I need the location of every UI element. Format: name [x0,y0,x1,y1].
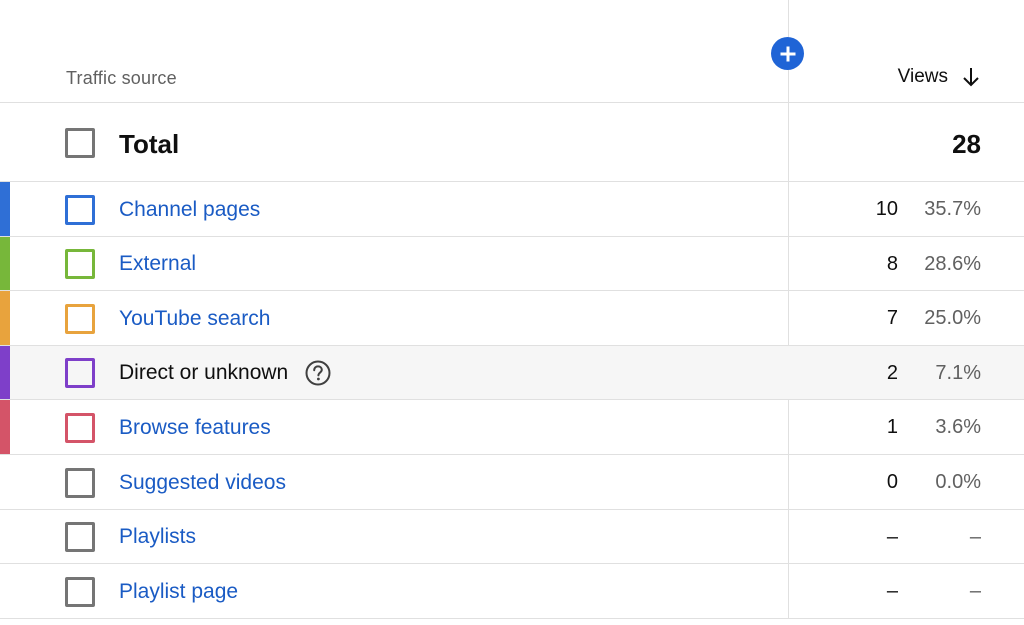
column-header-traffic-source: Traffic source [66,68,177,88]
row-label[interactable]: External [119,252,196,276]
table-row: Playlists – – [0,510,1024,564]
row-views-percent: – [969,526,981,548]
row-label[interactable]: Playlist page [119,580,238,604]
traffic-source-table: Traffic source Views Total 28 Channel pa… [0,0,1024,625]
series-color-stripe [0,346,10,399]
row-views-value: 2 [886,362,898,384]
row-label[interactable]: YouTube search [119,307,270,331]
table-row: Direct or unknown 2 7.1% [0,346,1024,400]
table-row: Playlist page – – [0,564,1024,619]
row-label[interactable]: Suggested videos [119,471,286,495]
total-value: 28 [952,129,981,159]
row-views-percent: 7.1% [935,362,981,384]
table-row: Channel pages 10 35.7% [0,182,1024,237]
plus-icon [780,46,795,61]
table-header: Traffic source Views [0,0,1024,103]
row-views-value: 0 [886,471,898,493]
series-color-stripe [0,182,10,236]
table-row: YouTube search 7 25.0% [0,291,1024,346]
row-views-value: 1 [886,416,898,438]
row-views-percent: – [969,580,981,602]
row-views-value: – [886,526,898,548]
row-views-percent: 28.6% [924,253,981,275]
row-views-value: 10 [875,198,898,220]
row-checkbox[interactable] [65,304,95,334]
add-metric-button[interactable] [771,37,804,70]
row-checkbox[interactable] [65,522,95,552]
row-checkbox[interactable] [65,468,95,498]
row-views-percent: 3.6% [935,416,981,438]
total-label: Total [119,129,180,159]
row-label[interactable]: Playlists [119,525,196,549]
series-color-stripe [0,237,10,290]
help-circle-icon[interactable] [305,360,331,386]
row-views-percent: 35.7% [924,198,981,220]
row-label[interactable]: Browse features [119,416,271,440]
series-color-stripe [0,400,10,454]
row-checkbox[interactable] [65,358,95,388]
table-row: Suggested videos 0 0.0% [0,455,1024,510]
row-views-percent: 0.0% [935,471,981,493]
views-sort-header[interactable]: Views [898,66,980,88]
row-checkbox[interactable] [65,413,95,443]
row-views-value: 7 [886,307,898,329]
row-views-percent: 25.0% [924,307,981,329]
row-views-value: – [886,580,898,602]
total-checkbox[interactable] [65,128,95,158]
series-color-stripe [0,291,10,345]
table-row: Browse features 1 3.6% [0,400,1024,455]
row-views-value: 8 [886,253,898,275]
total-row: Total 28 [0,103,1024,182]
row-label[interactable]: Channel pages [119,198,260,222]
row-checkbox[interactable] [65,249,95,279]
row-label: Direct or unknown [119,361,289,384]
column-header-views: Views [897,66,948,87]
table-row: External 8 28.6% [0,237,1024,291]
row-checkbox[interactable] [65,195,95,225]
row-checkbox[interactable] [65,577,95,607]
arrow-down-icon [963,68,979,87]
